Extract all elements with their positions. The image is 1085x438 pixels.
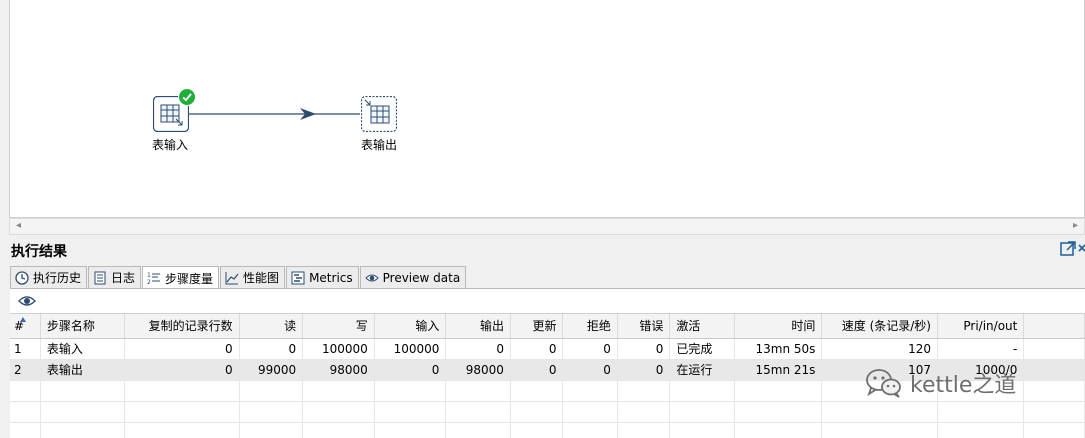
clock-icon — [15, 270, 29, 285]
chart-icon — [225, 271, 239, 284]
cell-read: 99000 — [239, 359, 304, 381]
col-header-rejected[interactable]: 拒绝 — [562, 314, 618, 339]
cell-copy: 0 — [124, 338, 240, 360]
watermark: kettle之道 — [864, 366, 1016, 400]
col-header-read[interactable]: 读 — [239, 314, 304, 339]
tab-label: Metrics — [309, 270, 353, 285]
step-table-output[interactable] — [360, 95, 398, 133]
table-row[interactable]: 1 表输入 0 0 100000 100000 0 0 0 0 已完成 13mn… — [10, 338, 1085, 360]
cell-input: 100000 — [374, 338, 447, 360]
cell-rejected: 0 — [562, 359, 618, 381]
results-tab-bar: 执行历史 日志 1 2 步骤度量 性能图 Metrics Preview dat… — [10, 266, 467, 289]
step-label-table-input: 表输入 — [152, 138, 189, 152]
cell-output: 98000 — [445, 359, 511, 381]
cell-input: 0 — [374, 359, 447, 381]
cell-written: 100000 — [302, 338, 375, 360]
cell-filler — [1023, 338, 1085, 360]
empty-row — [10, 401, 1085, 423]
tab-performance-chart[interactable]: 性能图 — [220, 266, 286, 288]
maximize-panel-icon[interactable] — [1060, 241, 1076, 256]
col-header-filler — [1023, 314, 1085, 339]
col-header-copy[interactable]: 复制的记录行数 — [124, 314, 240, 339]
col-header-index[interactable]: # — [10, 314, 41, 339]
watermark-text: kettle之道 — [910, 373, 1017, 398]
cell-errors: 0 — [617, 338, 671, 360]
scroll-left-icon[interactable]: ◂ — [16, 220, 21, 231]
step-label-table-output: 表输出 — [361, 138, 398, 152]
cell-copy: 0 — [124, 359, 240, 381]
cell-pri-in-out: - — [937, 338, 1025, 360]
table-output-icon — [360, 95, 398, 133]
cell-rejected: 0 — [562, 338, 618, 360]
cell-filler — [1023, 359, 1085, 381]
cell-read: 0 — [239, 338, 304, 360]
tab-label: 执行历史 — [33, 271, 82, 285]
col-header-written[interactable]: 写 — [302, 314, 375, 339]
tab-label: 性能图 — [243, 271, 280, 285]
col-header-step-name[interactable]: 步骤名称 — [40, 314, 126, 339]
cell-errors: 0 — [617, 359, 671, 381]
col-header-pri-in-out[interactable]: Pri/in/out — [937, 314, 1025, 339]
log-icon — [94, 271, 106, 284]
metrics-toolbar — [10, 289, 1085, 313]
sort-icon — [19, 316, 26, 322]
table-header-row: # 步骤名称 复制的记录行数 读 写 输入 输出 更新 拒绝 错误 激活 时间 … — [10, 314, 1085, 339]
wechat-icon — [866, 369, 901, 398]
col-header-speed[interactable]: 速度 (条记录/秒) — [821, 314, 938, 339]
cell-time: 15mn 21s — [734, 359, 823, 381]
tab-metrics[interactable]: Metrics — [286, 266, 359, 288]
tab-label: 步骤度量 — [165, 271, 214, 286]
col-header-input[interactable]: 输入 — [374, 314, 447, 339]
svg-text:2: 2 — [147, 279, 151, 285]
cell-output: 0 — [445, 338, 511, 360]
cell-time: 13mn 50s — [734, 338, 823, 360]
tab-step-metrics[interactable]: 1 2 步骤度量 — [142, 266, 220, 289]
cell-step-name: 表输入 — [40, 338, 126, 360]
cell-index: 1 — [10, 338, 41, 360]
step-success-icon — [178, 88, 196, 106]
metrics-icon — [291, 271, 305, 284]
col-header-output[interactable]: 输出 — [445, 314, 511, 339]
cell-written: 98000 — [302, 359, 375, 381]
close-panel-icon[interactable] — [1078, 244, 1085, 252]
cell-step-name: 表输出 — [40, 359, 126, 381]
cell-active: 已完成 — [669, 338, 735, 360]
tab-preview-data[interactable]: Preview data — [359, 266, 467, 288]
tab-label: Preview data — [382, 270, 461, 285]
empty-row — [10, 422, 1085, 438]
tab-log[interactable]: 日志 — [88, 266, 142, 288]
cell-active: 在运行 — [669, 359, 735, 381]
step-metrics-icon: 1 2 — [147, 272, 161, 285]
scroll-right-icon[interactable]: ▸ — [1073, 220, 1078, 231]
col-header-errors[interactable]: 错误 — [617, 314, 671, 339]
eye-icon — [364, 274, 379, 281]
tab-execution-history[interactable]: 执行历史 — [10, 266, 88, 288]
cell-updated: 0 — [510, 338, 564, 360]
results-panel-title: 执行结果 — [11, 244, 67, 260]
results-panel-controls — [1059, 240, 1085, 258]
col-header-active[interactable]: 激活 — [669, 314, 735, 339]
tab-label: 日志 — [111, 271, 136, 285]
cell-index: 2 — [10, 359, 41, 381]
cell-updated: 0 — [510, 359, 564, 381]
cell-speed: 120 — [821, 338, 938, 360]
svg-text:1: 1 — [147, 272, 151, 279]
canvas-horizontal-scrollbar[interactable]: ◂ ▸ — [9, 218, 1085, 235]
col-header-updated[interactable]: 更新 — [510, 314, 564, 339]
col-header-time[interactable]: 时间 — [734, 314, 823, 339]
eye-icon[interactable] — [18, 295, 36, 307]
